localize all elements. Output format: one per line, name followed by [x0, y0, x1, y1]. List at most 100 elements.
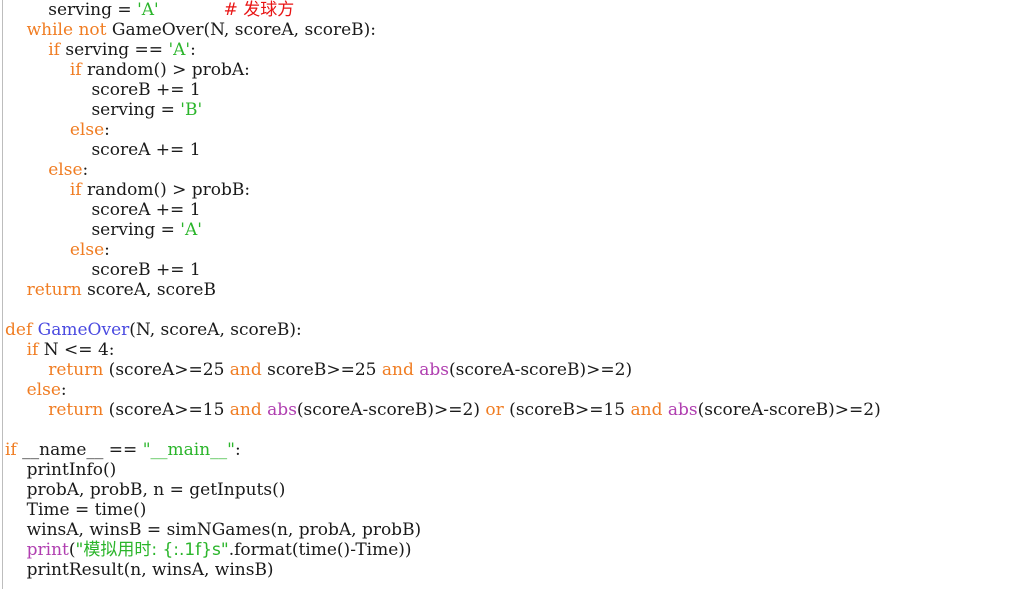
code-token-builtin: print	[26, 540, 69, 560]
code-token-plain: winsA, winsB = simNGames(n, probA, probB…	[5, 520, 422, 540]
code-token-definition: GameOver	[37, 320, 130, 340]
code-line[interactable]: print("模拟用时: {:.1f}s".format(time()-Time…	[5, 540, 1013, 560]
code-token-builtin: abs	[267, 400, 297, 420]
code-line[interactable]	[5, 420, 1013, 440]
code-token-plain: :	[234, 440, 241, 460]
code-line[interactable]: serving = 'B'	[5, 100, 1013, 120]
code-token-plain: scoreB +=	[5, 260, 190, 280]
code-line[interactable]: if random() > probA:	[5, 60, 1013, 80]
code-line[interactable]: scoreB += 1	[5, 260, 1013, 280]
code-token-keyword: and	[229, 400, 262, 420]
code-token-string: 'A'	[168, 40, 191, 60]
code-line[interactable]: while not GameOver(N, scoreA, scoreB):	[5, 20, 1013, 40]
code-token-keyword: and	[381, 360, 414, 380]
code-token-plain: printInfo()	[5, 460, 117, 480]
code-listing: serving = 'A' # 发球方 while not GameOver(N…	[0, 0, 1013, 589]
code-line[interactable]: return (scoreA>=25 and scoreB>=25 and ab…	[5, 360, 1013, 380]
code-token-plain: (N, scoreA, scoreB):	[129, 320, 302, 340]
code-token-number: 15	[603, 400, 626, 420]
code-token-number: 2	[614, 360, 626, 380]
code-token-keyword: return	[26, 280, 82, 300]
code-line[interactable]: serving = 'A'	[5, 220, 1013, 240]
code-line[interactable]: probA, probB, n = getInputs()	[5, 480, 1013, 500]
code-token-plain: (scoreA-scoreB)>=	[296, 400, 463, 420]
code-token-plain: :	[104, 120, 110, 140]
code-token-keyword: if	[26, 340, 39, 360]
code-token-keyword: else	[48, 160, 83, 180]
code-token-string: 'A'	[137, 0, 159, 20]
code-token-plain: random() > probA:	[81, 60, 250, 80]
code-token-plain: serving ==	[59, 40, 169, 60]
code-line[interactable]: return scoreA, scoreB	[5, 280, 1013, 300]
code-token-plain: scoreA +=	[5, 140, 190, 160]
code-line[interactable]: Time = time()	[5, 500, 1013, 520]
code-token-plain: )	[874, 400, 881, 420]
code-line[interactable]	[5, 300, 1013, 320]
code-token-number: 2	[462, 400, 474, 420]
code-token-plain: (scoreA>=	[103, 360, 203, 380]
code-token-plain: )	[625, 360, 633, 380]
code-line[interactable]: else:	[5, 160, 1013, 180]
code-token-string: "模拟用时: {:.1f}s"	[75, 540, 229, 560]
code-token-plain: (scoreA-scoreB)>=	[697, 400, 864, 420]
code-lines-container[interactable]: serving = 'A' # 发球方 while not GameOver(N…	[0, 0, 1013, 580]
code-token-plain: serving =	[48, 0, 138, 20]
code-token-number: 1	[189, 140, 201, 160]
code-token-plain: :	[190, 40, 196, 60]
code-token-plain: )	[473, 400, 486, 420]
code-token-number: 2	[863, 400, 875, 420]
code-line[interactable]: def GameOver(N, scoreA, scoreB):	[5, 320, 1013, 340]
code-token-plain: :	[82, 160, 89, 180]
code-token-plain: scoreB +=	[5, 80, 190, 100]
code-line[interactable]: printInfo()	[5, 460, 1013, 480]
code-line[interactable]: return (scoreA>=15 and abs(scoreA-scoreB…	[5, 400, 1013, 420]
code-token-plain: serving =	[5, 100, 181, 120]
code-line[interactable]: else:	[5, 380, 1013, 400]
code-token-builtin: abs	[667, 400, 698, 420]
code-line[interactable]: scoreB += 1	[5, 80, 1013, 100]
code-token-number: 1	[189, 200, 201, 220]
code-token-plain: Time = time()	[5, 500, 147, 520]
code-line[interactable]: winsA, winsB = simNGames(n, probA, probB…	[5, 520, 1013, 540]
code-line[interactable]: if N <= 4:	[5, 340, 1013, 360]
code-line[interactable]: scoreA += 1	[5, 140, 1013, 160]
code-line[interactable]: scoreA += 1	[5, 200, 1013, 220]
code-token-comment: # 发球方	[223, 0, 295, 20]
code-token-number: 25	[354, 360, 377, 380]
code-token-plain: GameOver(N, scoreA, scoreB):	[106, 20, 377, 40]
code-line[interactable]: else:	[5, 240, 1013, 260]
code-line[interactable]: serving = 'A' # 发球方	[5, 0, 1013, 20]
code-token-plain: printResult(n, winsA, winsB)	[5, 560, 274, 580]
code-token-plain: random() > probB:	[81, 180, 251, 200]
code-line[interactable]: if __name__ == "__main__":	[5, 440, 1013, 460]
code-token-builtin: abs	[419, 360, 449, 380]
code-token-plain: scoreA +=	[5, 200, 190, 220]
code-token-keyword: while	[26, 20, 74, 40]
code-token-plain: :	[60, 380, 67, 400]
code-token-plain: :	[104, 240, 110, 260]
code-line[interactable]: if serving == 'A':	[5, 40, 1013, 60]
code-token-number: 1	[189, 260, 201, 280]
code-line[interactable]: else:	[5, 120, 1013, 140]
code-line[interactable]: printResult(n, winsA, winsB)	[5, 560, 1013, 580]
code-token-keyword: if	[5, 440, 17, 460]
code-token-plain: (scoreA>=	[103, 400, 203, 420]
code-token-plain: scoreB>=	[261, 360, 355, 380]
code-token-number: 4	[97, 340, 109, 360]
code-token-keyword: if	[48, 40, 60, 60]
code-token-string: 'B'	[180, 100, 203, 120]
code-line[interactable]: if random() > probB:	[5, 180, 1013, 200]
code-token-number: 15	[202, 400, 225, 420]
